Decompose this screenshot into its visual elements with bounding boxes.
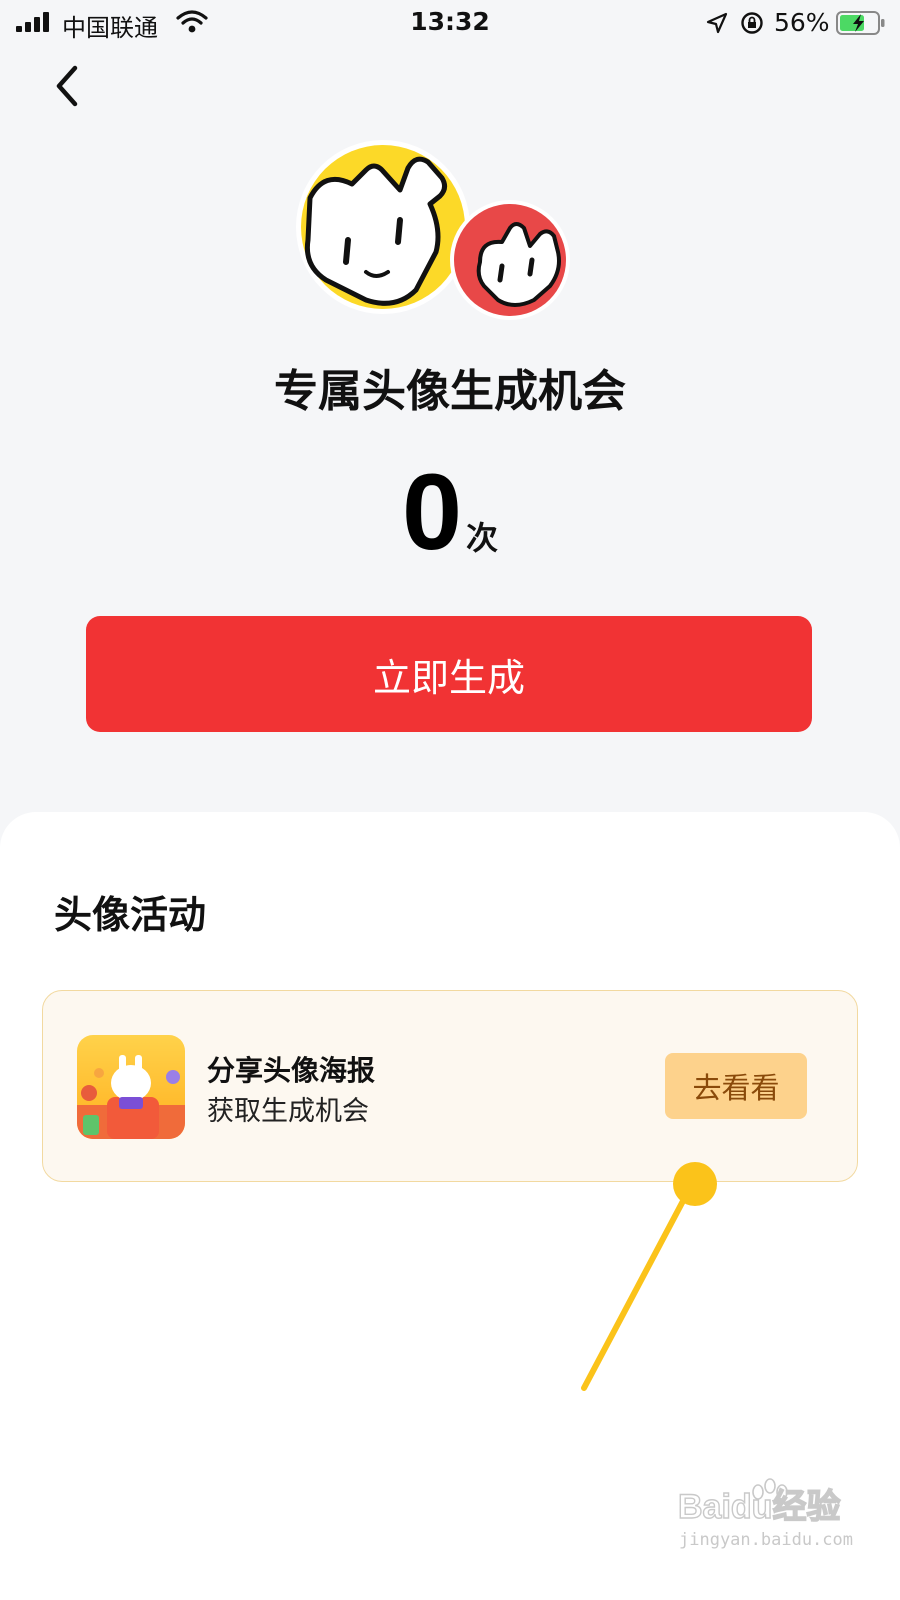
svg-text:Baidu经验: Baidu经验 — [678, 1487, 840, 1526]
status-time: 13:32 — [410, 7, 490, 36]
activity-thumbnail — [77, 1035, 185, 1139]
chevron-left-icon — [56, 65, 78, 107]
orientation-lock-icon — [741, 12, 763, 34]
count-value: 0 — [401, 451, 463, 572]
avatar-sample-red — [450, 200, 570, 320]
generation-count: 0次 — [0, 458, 900, 566]
page-title: 专属头像生成机会 — [274, 366, 626, 417]
back-button[interactable] — [44, 62, 88, 110]
watermark-url: jingyan.baidu.com — [679, 1530, 853, 1550]
avatar-sample-yellow — [296, 140, 470, 314]
count-unit: 次 — [466, 519, 499, 557]
location-icon — [706, 12, 728, 34]
activity-description: 获取生成机会 — [207, 1096, 369, 1127]
battery-percent: 56% — [774, 8, 830, 37]
status-bar: 中国联通 13:32 56% — [0, 0, 900, 46]
pointer-annotation-icon — [581, 1162, 717, 1391]
generate-now-button[interactable]: 立即生成 — [86, 616, 812, 732]
activity-title: 分享头像海报 — [207, 1054, 376, 1087]
battery-charging-icon — [836, 11, 885, 35]
go-view-button[interactable]: 去看看 — [665, 1053, 807, 1119]
section-title: 头像活动 — [54, 893, 207, 937]
